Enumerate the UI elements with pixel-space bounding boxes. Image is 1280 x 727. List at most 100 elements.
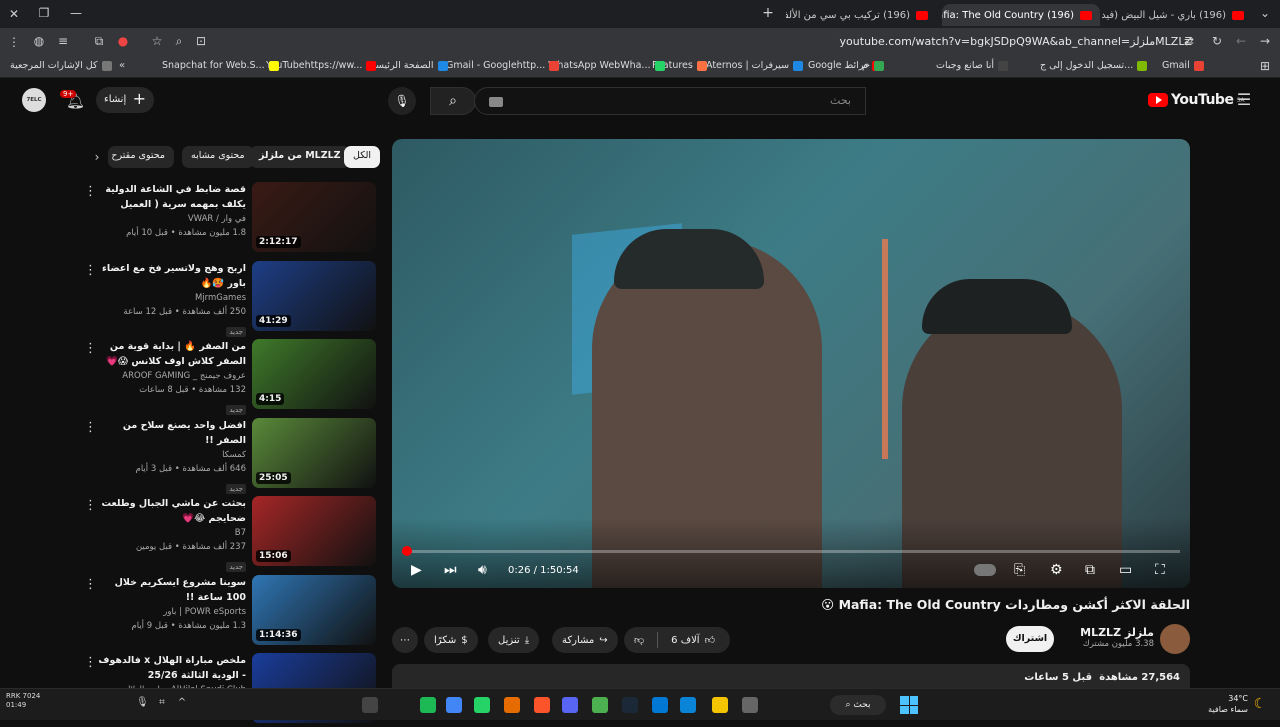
app-icon[interactable]	[504, 697, 520, 713]
recommendation-title[interactable]: من الصفر 🔥 | بداية قوية من الصفر كلاش او…	[96, 339, 246, 369]
thanks-button[interactable]: شكرًا $	[424, 627, 478, 653]
brave-icon[interactable]	[534, 697, 550, 713]
recommendation-title[interactable]: قصة ضابط في الشاعة الدولية يكلف بمهمه سر…	[96, 182, 246, 212]
miniplayer-icon[interactable]: ⧉	[1085, 562, 1095, 578]
recommendation-title[interactable]: سوينا مشروع ايسكريم خلال 100 ساعة !!	[96, 575, 246, 605]
create-button[interactable]: إنشاء +	[96, 87, 154, 113]
dislike-icon[interactable]: 👎︎	[634, 634, 644, 646]
steam-icon[interactable]	[622, 697, 638, 713]
app-icon[interactable]	[742, 697, 758, 713]
zoom-icon[interactable]: ⌕	[172, 34, 186, 49]
like-dislike-button[interactable]: 👎︎ 6 آلاف 👍︎	[624, 627, 730, 653]
new-tab-icon[interactable]: +	[762, 5, 774, 21]
microphone-icon[interactable]: 🎙︎	[136, 697, 149, 708]
apps-grid-icon[interactable]: ⊞	[1258, 59, 1272, 73]
recommendation-item[interactable]: 2:12:17 قصة ضابط في الشاعة الدولية يكلف ب…	[84, 182, 376, 256]
whatsapp-icon[interactable]	[474, 697, 490, 713]
app-icon[interactable]	[362, 697, 378, 713]
window-close-icon[interactable]: ✕	[8, 7, 20, 21]
chip-similar[interactable]: محتوى مشابه	[182, 146, 254, 168]
bookmark-item[interactable]: YouTubehttps://ww...	[266, 60, 377, 71]
channel-name[interactable]: ملزلز MLZLZ	[1060, 626, 1154, 639]
site-settings-icon[interactable]: ⇄	[1182, 34, 1196, 48]
media-icon[interactable]: ≡	[56, 34, 70, 48]
menu-dots-icon[interactable]: ⋮	[8, 35, 20, 49]
window-minimize-icon[interactable]: —	[70, 6, 82, 20]
video-thumbnail[interactable]: 41:29	[252, 260, 376, 331]
bookmark-item[interactable]: Gmail	[1162, 60, 1204, 71]
chip-all[interactable]: الكل	[344, 146, 380, 168]
more-options-icon[interactable]: ⋮	[84, 341, 97, 356]
outlook-icon[interactable]	[652, 697, 668, 713]
tray-overflow-icon[interactable]: ^	[176, 697, 188, 708]
video-thumbnail[interactable]: 25:05	[252, 417, 376, 488]
more-options-icon[interactable]: ⋮	[84, 655, 97, 670]
chip-suggested[interactable]: محتوى مقترح	[108, 146, 174, 168]
install-icon[interactable]: ⊡	[194, 34, 208, 48]
fullscreen-icon[interactable]: ⛶	[1155, 562, 1165, 578]
download-button[interactable]: تنزيل ⤓	[488, 627, 540, 653]
recommendation-item[interactable]: 25:05 افضل واحد يصنع سلاح من الصفر !! كمسك…	[84, 417, 376, 494]
spotify-icon[interactable]	[420, 697, 436, 713]
bookmark-star-icon[interactable]: ☆	[150, 34, 164, 48]
progress-bar[interactable]	[402, 550, 1180, 553]
volume-icon[interactable]: 🔊︎	[478, 562, 487, 578]
youtube-logo[interactable]: YouTube SA	[1148, 92, 1244, 108]
share-button[interactable]: مشاركة ↪	[552, 627, 618, 653]
discord-icon[interactable]	[562, 697, 578, 713]
more-options-icon[interactable]: ⋮	[84, 498, 97, 513]
bookmarks-overflow-icon[interactable]: «	[116, 60, 128, 71]
extensions-icon[interactable]: ⧉	[92, 34, 106, 49]
avatar[interactable]: 7ELC	[22, 88, 46, 112]
recommendation-item[interactable]: 41:29 اربح وهج ولاتسير فخ مع اعضاء باور 🥵…	[84, 260, 376, 337]
system-tray-clock[interactable]: RRK 7024 01:49	[6, 692, 40, 710]
settings-gear-icon[interactable]: ⚙	[1050, 562, 1063, 578]
recommendation-item[interactable]: 4:15 من الصفر 🔥 | بداية قوية من الصفر كلا…	[84, 339, 376, 415]
video-thumbnail[interactable]: 4:15	[252, 339, 376, 409]
recommendation-channel[interactable]: عروف جيمنج _ AROOF GAMING	[96, 369, 246, 383]
back-icon[interactable]: →	[1258, 34, 1272, 48]
profile-icon[interactable]: ◍	[32, 34, 46, 48]
chrome-icon[interactable]	[446, 697, 462, 713]
bookmark-item[interactable]: Snapchat for Web.S...	[162, 60, 279, 71]
bookmark-item[interactable]: الصفحة الرئيسية	[368, 60, 448, 71]
bookmark-item[interactable]: أنا صانع وجبات	[936, 60, 1009, 71]
minecraft-icon[interactable]	[592, 697, 608, 713]
tab-item-active[interactable]: (196) Mafia: The Old Country ✕	[942, 4, 1100, 26]
more-actions-button[interactable]: ⋯	[392, 627, 418, 653]
keyboard-icon[interactable]	[489, 97, 503, 107]
chips-prev-icon[interactable]: ›	[90, 150, 104, 164]
next-icon[interactable]: ⏭	[444, 562, 457, 578]
tab-search-icon[interactable]: ⌄	[1258, 6, 1272, 20]
recommendation-title[interactable]: ملخص مباراة الهلال x فالدهوف - الودية ال…	[96, 653, 246, 683]
tab-item[interactable]: (196) باري - شيل البيض (فيديو ✕	[1102, 4, 1252, 26]
recommendation-title[interactable]: اربح وهج ولاتسير فخ مع اعضاء باور 🥵🔥	[96, 261, 246, 291]
search-input[interactable]: بحث	[474, 87, 866, 115]
subscribe-button[interactable]: اشتراك	[1006, 626, 1054, 652]
more-options-icon[interactable]: ⋮	[84, 184, 97, 199]
recommendation-item[interactable]: 1:14:36 سوينا مشروع ايسكريم خلال 100 ساعة…	[84, 574, 376, 649]
taskbar-search[interactable]: ⌕ بحث	[830, 695, 886, 715]
chip-from-channel[interactable]: من ملزلز MLZLZ	[250, 146, 350, 168]
theater-mode-icon[interactable]: ▭	[1119, 562, 1132, 578]
url-field[interactable]: youtube.com/watch?v=bgkJSDpQ9WA&ab_chann…	[220, 32, 1200, 52]
recommendation-channel[interactable]: MjrmGames	[96, 291, 246, 305]
autoplay-toggle[interactable]	[974, 564, 996, 576]
bookmark-item[interactable]: WhatsApp WebWha...	[548, 60, 665, 71]
recommendation-title[interactable]: بحثت عن ماشي الجبال وطلعت ضحايجم 😂💗	[96, 496, 246, 526]
explorer-icon[interactable]	[712, 697, 728, 713]
bookmark-item[interactable]: Gmail - Googlehttp...	[446, 60, 560, 71]
video-thumbnail[interactable]: 15:06	[252, 496, 376, 566]
bookmark-item[interactable]: تسجيل الدخول إلى ج...	[1040, 60, 1148, 71]
recommendation-channel[interactable]: POWR eSports | باور	[96, 605, 246, 619]
recommendation-channel[interactable]: في وار / VWAR	[96, 212, 246, 226]
forward-icon[interactable]: ←	[1234, 34, 1248, 48]
hamburger-menu-icon[interactable]: ☰	[1236, 90, 1252, 109]
tab-item[interactable]: (196) تركيب بي سي من الألف للـ ✕	[786, 4, 936, 26]
reload-icon[interactable]: ↻	[1210, 34, 1224, 48]
more-options-icon[interactable]: ⋮	[84, 420, 97, 435]
video-player[interactable]	[392, 139, 1190, 588]
windows-start-icon[interactable]	[900, 696, 918, 714]
bookmark-item[interactable]: كل الإشارات المرجعية	[10, 60, 112, 71]
bookmark-item[interactable]: Google خرائط	[808, 60, 884, 71]
